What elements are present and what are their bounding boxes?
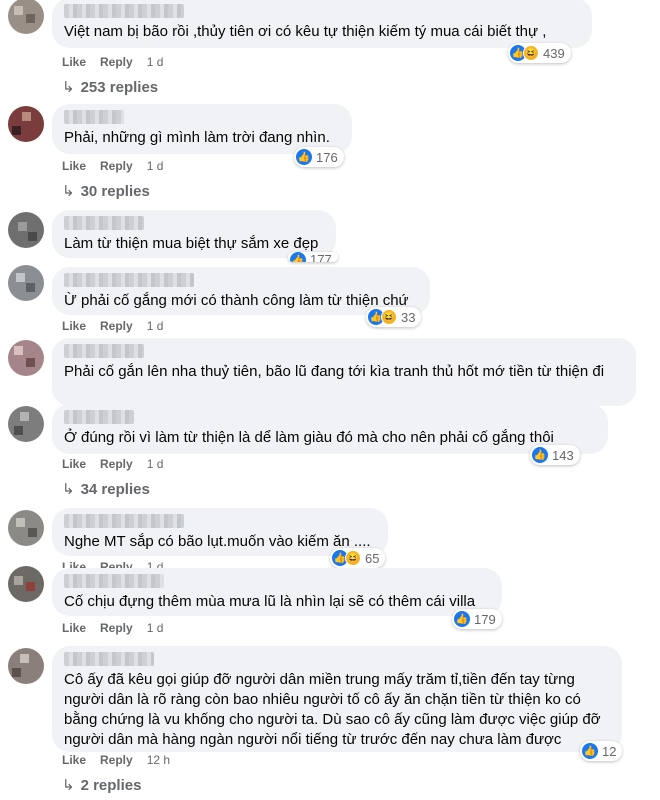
comment-actions: Like Reply 1 d xyxy=(62,621,177,635)
view-replies-link[interactable]: ↳ 34 replies xyxy=(62,480,150,498)
comment-bubble: Ở đúng rồi vì làm từ thiện là dể làm già… xyxy=(52,404,608,454)
comment-actions: Like Reply 1 d xyxy=(62,159,177,173)
author-name[interactable] xyxy=(64,273,194,287)
haha-reaction-icon: 😆 xyxy=(345,550,361,566)
comment-text: Phải, những gì mình làm trời đang nhìn. xyxy=(64,129,330,146)
avatar[interactable] xyxy=(8,106,44,142)
avatar[interactable] xyxy=(8,406,44,442)
author-name[interactable] xyxy=(64,410,134,424)
timestamp[interactable]: 1 d xyxy=(147,621,164,635)
reaction-count[interactable]: 👍 😆 65 xyxy=(330,548,386,568)
comment-actions: Like Reply 12 h xyxy=(62,753,184,767)
reply-button[interactable]: Reply xyxy=(100,159,133,173)
reaction-count[interactable]: 👍 😆 33 xyxy=(366,307,422,327)
comment-text: Nghe MT sắp có bão lụt.muốn vào kiếm ăn … xyxy=(64,533,371,550)
like-reaction-icon: 👍 xyxy=(454,611,470,627)
view-replies-link[interactable]: ↳ 253 replies xyxy=(62,78,158,96)
comment-text: Việt nam bị bão rồi ,thủy tiên ơi có kêu… xyxy=(64,23,547,40)
timestamp[interactable]: 1 d xyxy=(147,159,164,173)
timestamp[interactable]: 12 h xyxy=(147,753,170,767)
reply-button[interactable]: Reply xyxy=(100,457,133,471)
comment-text: Phải cố gắn lên nha thuỷ tiên, bão lũ đa… xyxy=(64,363,605,380)
reaction-count[interactable]: 👍 143 xyxy=(530,445,580,465)
avatar[interactable] xyxy=(8,510,44,546)
reply-arrow-icon: ↳ xyxy=(62,183,75,200)
view-replies-link[interactable]: ↳ 2 replies xyxy=(62,776,141,794)
comment-bubble: Cố chịu đựng thêm mùa mưa lũ là nhìn lại… xyxy=(52,568,502,616)
like-reaction-icon: 👍 xyxy=(582,743,598,759)
reaction-count[interactable]: 👍 177 xyxy=(288,252,338,262)
author-name[interactable] xyxy=(64,216,144,230)
like-button[interactable]: Like xyxy=(62,621,86,635)
comment-text: Ở đúng rồi vì làm từ thiện là dể làm già… xyxy=(64,429,554,446)
comment-actions: Like Reply 1 d xyxy=(62,457,177,471)
timestamp[interactable]: 1 d xyxy=(147,457,164,471)
like-button[interactable]: Like xyxy=(62,55,86,69)
timestamp[interactable]: 1 d xyxy=(147,319,164,333)
avatar[interactable] xyxy=(8,566,44,602)
view-replies-link[interactable]: ↳ 30 replies xyxy=(62,182,150,200)
comment-actions: Like Reply 1 d xyxy=(62,319,177,333)
haha-reaction-icon: 😆 xyxy=(381,309,397,325)
author-name[interactable] xyxy=(64,574,164,588)
author-name[interactable] xyxy=(64,4,184,18)
timestamp[interactable]: 1 d xyxy=(147,55,164,69)
reply-button[interactable]: Reply xyxy=(100,753,133,767)
avatar[interactable] xyxy=(8,212,44,248)
comment-bubble: Việt nam bị bão rồi ,thủy tiên ơi có kêu… xyxy=(52,0,592,48)
reaction-count[interactable]: 👍 12 xyxy=(580,741,623,761)
comment-actions: Like Reply 1 d xyxy=(62,560,177,568)
reply-button[interactable]: Reply xyxy=(100,560,133,568)
comment-bubble: Cô ấy đã kêu gọi giúp đỡ người dân miền … xyxy=(52,646,622,752)
avatar[interactable] xyxy=(8,340,44,376)
like-button[interactable]: Like xyxy=(62,319,86,333)
like-button[interactable]: Like xyxy=(62,159,86,173)
like-button[interactable]: Like xyxy=(62,457,86,471)
reply-button[interactable]: Reply xyxy=(100,55,133,69)
haha-reaction-icon: 😆 xyxy=(523,45,539,61)
reply-arrow-icon: ↳ xyxy=(62,481,75,498)
reply-arrow-icon: ↳ xyxy=(62,79,75,96)
avatar[interactable] xyxy=(8,648,44,684)
reaction-count[interactable]: 👍 😆 439 xyxy=(508,43,571,63)
author-name[interactable] xyxy=(64,110,124,124)
comment-actions: Like Reply 1 d xyxy=(62,55,177,69)
reaction-count[interactable]: 👍 179 xyxy=(452,609,502,629)
reply-button[interactable]: Reply xyxy=(100,621,133,635)
author-name[interactable] xyxy=(64,514,184,528)
avatar[interactable] xyxy=(8,0,44,34)
like-reaction-icon: 👍 xyxy=(532,447,548,463)
avatar[interactable] xyxy=(8,265,44,301)
comment-bubble: Phải cố gắn lên nha thuỷ tiên, bão lũ đa… xyxy=(52,338,636,406)
comment-text: Cô ấy đã kêu gọi giúp đỡ người dân miền … xyxy=(64,671,601,748)
author-name[interactable] xyxy=(64,652,154,666)
comment-bubble: Làm từ thiện mua biệt thự sắm xe đẹp xyxy=(52,210,336,258)
author-name[interactable] xyxy=(64,344,144,358)
like-button[interactable]: Like xyxy=(62,753,86,767)
timestamp[interactable]: 1 d xyxy=(147,560,164,568)
reply-arrow-icon: ↳ xyxy=(62,777,75,794)
comment-text: Cố chịu đựng thêm mùa mưa lũ là nhìn lại… xyxy=(64,593,476,610)
reaction-count[interactable]: 👍 176 xyxy=(294,147,344,167)
like-reaction-icon: 👍 xyxy=(290,252,306,262)
comment-text: Ừ phải cố gắng mới có thành công làm từ … xyxy=(64,292,409,309)
like-button[interactable]: Like xyxy=(62,560,86,568)
comment-text: Làm từ thiện mua biệt thự sắm xe đẹp xyxy=(64,235,319,252)
reply-button[interactable]: Reply xyxy=(100,319,133,333)
like-reaction-icon: 👍 xyxy=(296,149,312,165)
